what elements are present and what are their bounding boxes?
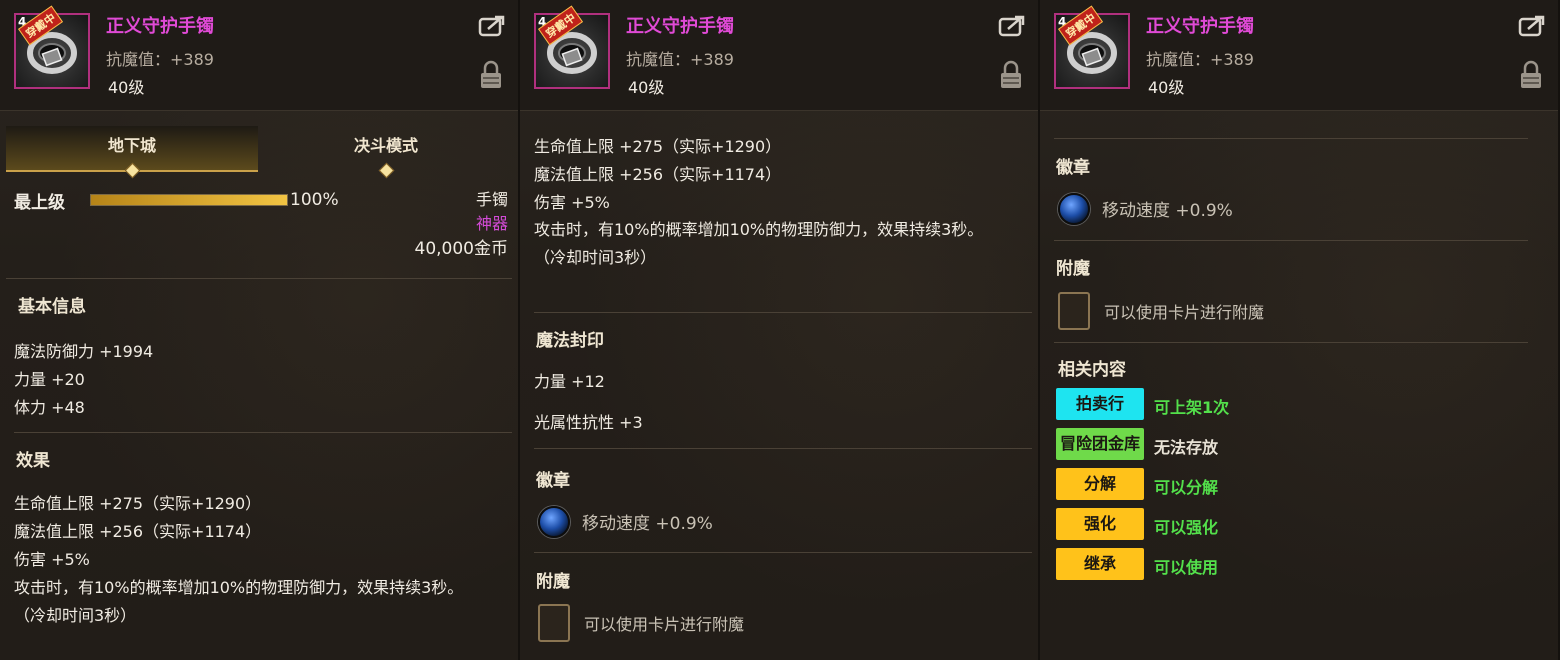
effect-description: 攻击时，有10%的概率增加10%的物理防御力，效果持续3秒。（冷却时间3秒）	[534, 220, 984, 267]
item-icon[interactable]: 4 穿戴中	[14, 5, 90, 89]
auction-house-button[interactable]: 拍卖行	[1056, 388, 1144, 420]
item-tooltip-panel-2: 4 穿戴中 正义守护手镯 抗魔值：+389 40级 生命值上限 +275（实际+…	[520, 0, 1040, 660]
share-icon[interactable]	[478, 14, 506, 42]
item-rarity: 神器	[475, 214, 508, 233]
disassemble-note: 可以分解	[1154, 478, 1219, 497]
adventure-vault-button[interactable]: 冒险团金库	[1056, 428, 1144, 460]
divider	[14, 432, 512, 433]
tab-indicator-icon	[378, 162, 395, 179]
tab-pvp-label: 决斗模式	[353, 136, 418, 155]
grade-label: 最上级	[14, 193, 65, 213]
item-header: 4 穿戴中 正义守护手镯 抗魔值：+389 40级	[1040, 0, 1558, 111]
share-icon[interactable]	[998, 14, 1026, 42]
effect-line: 生命值上限 +275（实际+1290）	[14, 494, 262, 513]
tab-pvp[interactable]: 决斗模式	[260, 126, 512, 179]
tab-dungeon[interactable]: 地下城	[6, 126, 258, 179]
effect-line: 伤害 +5%	[534, 193, 610, 212]
item-tooltip-panel-1: 4 穿戴中 正义守护手镯 抗魔值：+389 40级 地下城 决斗模式 最上级 1…	[0, 0, 520, 660]
item-slot-type: 手镯	[475, 190, 508, 209]
emblem-stat: 移动速度 +0.9%	[1102, 201, 1233, 221]
disassemble-button[interactable]: 分解	[1056, 468, 1144, 500]
emblem-title: 徽章	[1056, 158, 1090, 178]
item-level: 40级	[1148, 78, 1185, 97]
item-price: 40,000金币	[414, 239, 508, 259]
lock-icon[interactable]	[480, 60, 502, 94]
divider	[1054, 342, 1528, 343]
basic-info-title: 基本信息	[18, 297, 86, 317]
item-level: 40级	[108, 78, 145, 97]
enchant-title: 附魔	[536, 572, 570, 592]
effect-line: 魔法值上限 +256（实际+1174）	[14, 522, 262, 541]
magic-seal-title: 魔法封印	[536, 331, 604, 351]
effect-description: 攻击时，有10%的概率增加10%的物理防御力，效果持续3秒。（冷却时间3秒）	[14, 578, 464, 625]
enchant-note: 可以使用卡片进行附魔	[584, 615, 745, 634]
adventure-vault-note: 无法存放	[1154, 438, 1219, 457]
basic-stat: 力量 +20	[14, 370, 85, 389]
blue-orb-icon[interactable]	[538, 506, 570, 538]
tab-indicator-icon	[124, 162, 141, 179]
effect-line: 伤害 +5%	[14, 550, 90, 569]
divider	[534, 312, 1032, 313]
tab-dungeon-label: 地下城	[107, 136, 156, 155]
enchant-title: 附魔	[1056, 259, 1090, 279]
item-header: 4 穿戴中 正义守护手镯 抗魔值：+389 40级	[520, 0, 1038, 111]
effect-line: 生命值上限 +275（实际+1290）	[534, 137, 782, 156]
emblem-title: 徽章	[536, 471, 570, 491]
grade-bar-fill	[91, 195, 287, 205]
item-name: 正义守护手镯	[626, 16, 734, 37]
reinforce-button[interactable]: 强化	[1056, 508, 1144, 540]
divider	[534, 552, 1032, 553]
item-resist: 抗魔值：+389	[1146, 50, 1254, 69]
grade-bar	[90, 194, 288, 206]
item-header: 4 穿戴中 正义守护手镯 抗魔值：+389 40级	[0, 0, 518, 111]
divider	[6, 278, 512, 279]
effect-title: 效果	[16, 451, 50, 471]
item-name: 正义守护手镯	[1146, 16, 1254, 37]
card-slot-icon[interactable]	[538, 604, 570, 642]
item-name: 正义守护手镯	[106, 16, 214, 37]
emblem-stat: 移动速度 +0.9%	[582, 514, 713, 534]
basic-stat: 魔法防御力 +1994	[14, 342, 154, 361]
seal-stat: 力量 +12	[534, 372, 605, 391]
share-icon[interactable]	[1518, 14, 1546, 42]
basic-stat: 体力 +48	[14, 398, 85, 417]
divider	[1054, 240, 1528, 241]
inherit-note: 可以使用	[1154, 558, 1219, 577]
inherit-button[interactable]: 继承	[1056, 548, 1144, 580]
card-slot-icon[interactable]	[1058, 292, 1090, 330]
lock-icon[interactable]	[1520, 60, 1542, 94]
item-level: 40级	[628, 78, 665, 97]
item-icon[interactable]: 4 穿戴中	[534, 5, 610, 89]
item-icon[interactable]: 4 穿戴中	[1054, 5, 1130, 89]
related-title: 相关内容	[1058, 360, 1126, 380]
auction-house-note: 可上架1次	[1154, 398, 1230, 417]
item-tooltip-panel-3: 4 穿戴中 正义守护手镯 抗魔值：+389 40级 徽章 移动速度 +0.9% …	[1040, 0, 1560, 660]
item-resist: 抗魔值：+389	[106, 50, 214, 69]
blue-orb-icon[interactable]	[1058, 193, 1090, 225]
grade-percent: 100%	[290, 190, 339, 210]
enchant-note: 可以使用卡片进行附魔	[1104, 303, 1265, 322]
seal-stat: 光属性抗性 +3	[534, 413, 643, 432]
lock-icon[interactable]	[1000, 60, 1022, 94]
reinforce-note: 可以强化	[1154, 518, 1219, 537]
item-resist: 抗魔值：+389	[626, 50, 734, 69]
divider	[534, 448, 1032, 449]
effect-line: 魔法值上限 +256（实际+1174）	[534, 165, 782, 184]
mode-tabs: 地下城 决斗模式	[6, 126, 512, 179]
divider	[1054, 138, 1528, 139]
